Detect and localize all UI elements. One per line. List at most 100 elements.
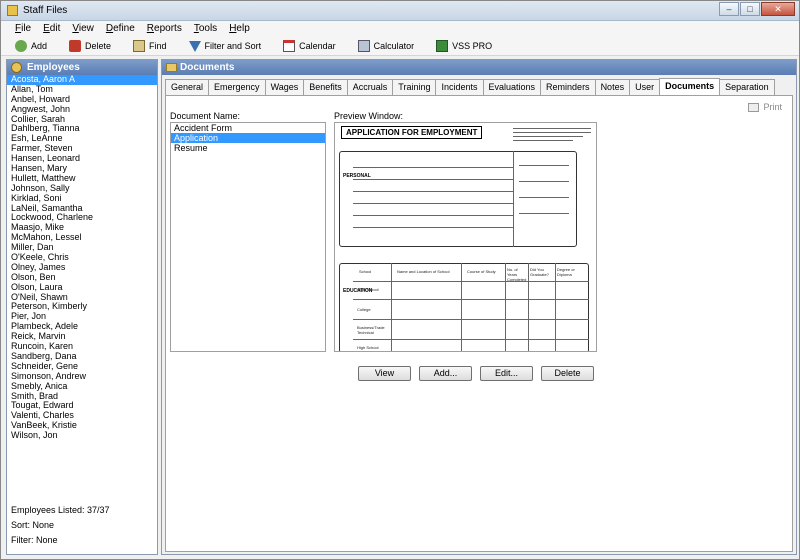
personal-side-label: PERSONAL	[343, 173, 371, 179]
right-line-4	[519, 213, 569, 214]
document-list-item[interactable]: Accident Form	[171, 123, 325, 133]
add-document-button[interactable]: Add...	[419, 366, 472, 381]
maximize-button[interactable]: □	[740, 2, 760, 16]
add-icon	[15, 40, 27, 52]
col-graduate: Did You Graduate?	[530, 267, 549, 277]
tab-body: Print Document Name: Accident Form Applic…	[165, 95, 793, 552]
tab-user[interactable]: User	[629, 79, 661, 95]
menu-view[interactable]: View	[66, 21, 100, 37]
preview-window: APPLICATION FOR EMPLOYMENT PERSONAL EDUC…	[334, 122, 597, 352]
tab-incidents[interactable]: Incidents	[435, 79, 484, 95]
delete-label: Delete	[85, 41, 112, 51]
tab-evaluations[interactable]: Evaluations	[482, 79, 542, 95]
app-window: Staff Files – □ ✕ File Edit View Define …	[0, 0, 800, 560]
personal-line-5	[353, 215, 513, 216]
right-line-2	[519, 181, 569, 182]
edu-row-line-4	[353, 339, 589, 340]
employees-sort: Sort: None	[11, 520, 55, 530]
employees-filter: Filter: None	[11, 535, 58, 545]
menu-tools-rest: ools	[198, 23, 218, 34]
calendar-button[interactable]: Calendar	[277, 38, 342, 55]
edu-col-line-2	[461, 263, 462, 351]
minimize-button[interactable]: –	[719, 2, 739, 16]
note-line-2	[513, 132, 591, 133]
menu-file[interactable]: File	[9, 21, 37, 37]
filter-sort-button[interactable]: Filter and Sort	[183, 38, 268, 55]
calculator-button[interactable]: Calculator	[352, 38, 421, 55]
row-grad-school: High School	[357, 345, 379, 350]
edu-col-line-1	[391, 263, 392, 351]
menu-tools[interactable]: Tools	[188, 21, 223, 37]
edu-col-line-5	[555, 263, 556, 351]
tab-general[interactable]: General	[165, 79, 210, 95]
menu-define[interactable]: Define	[100, 21, 141, 37]
education-side-label: EDUCATION	[343, 288, 373, 294]
right-line-3	[519, 197, 569, 198]
personal-line-4	[353, 203, 513, 204]
tab-notes[interactable]: Notes	[594, 79, 631, 95]
menu-reports[interactable]: Reports	[141, 21, 188, 37]
menu-reports-key: R	[146, 23, 155, 34]
calendar-label: Calendar	[299, 41, 336, 51]
tab-accruals[interactable]: Accruals	[346, 79, 394, 95]
filter-icon	[188, 40, 201, 52]
app-icon	[7, 5, 18, 16]
menu-reports-rest: eports	[154, 23, 182, 34]
note-line-1	[513, 128, 591, 129]
edu-row-line-3	[353, 319, 589, 320]
col-degree: Degree or Diploma	[557, 267, 575, 277]
tab-benefits[interactable]: Benefits	[303, 79, 348, 95]
col-course: Course of Study	[467, 269, 496, 274]
note-line-3	[513, 136, 583, 137]
document-list-item[interactable]: Application	[171, 133, 325, 143]
tab-separation[interactable]: Separation	[719, 79, 775, 95]
menu-edit[interactable]: Edit	[37, 21, 66, 37]
calendar-icon	[283, 40, 296, 52]
close-button[interactable]: ✕	[761, 2, 795, 16]
find-label: Find	[149, 41, 167, 51]
title-bar: Staff Files – □ ✕	[1, 1, 799, 21]
tab-wages[interactable]: Wages	[264, 79, 305, 95]
tab-documents[interactable]: Documents	[659, 78, 721, 95]
employees-listed: Employees Listed: 37/37	[11, 505, 110, 515]
row-business-trade: Business/Trade Technical	[357, 325, 385, 335]
tab-training[interactable]: Training	[392, 79, 437, 95]
employees-header: Employees	[7, 60, 157, 75]
document-list-item[interactable]: Resume	[171, 143, 325, 153]
document-list[interactable]: Accident Form Application Resume	[170, 122, 326, 352]
filter-label: Filter and Sort	[204, 41, 262, 51]
right-line-1	[519, 165, 569, 166]
row-college: College	[357, 307, 371, 312]
calculator-icon	[357, 40, 370, 52]
note-line-4	[513, 140, 573, 141]
menu-view-rest: iew	[78, 23, 94, 34]
window-controls: – □ ✕	[719, 2, 795, 16]
employees-panel: Employees Acosta, Aaron A Allan, Tom Anbel…	[6, 59, 158, 555]
documents-title: Documents	[180, 62, 235, 73]
tab-reminders[interactable]: Reminders	[540, 79, 596, 95]
folder-icon	[166, 63, 177, 72]
vss-label: VSS PRO	[452, 41, 493, 51]
tab-strip: General Emergency Wages Benefits Accruals Tra…	[165, 78, 775, 95]
menu-help[interactable]: Help	[223, 21, 256, 37]
view-button[interactable]: View	[358, 366, 411, 381]
documents-panel: Documents General Emergency Wages Benefits A…	[161, 59, 797, 555]
print-label: Print	[763, 102, 782, 112]
tab-emergency[interactable]: Emergency	[208, 79, 266, 95]
printer-icon	[748, 102, 760, 112]
find-button[interactable]: Find	[127, 38, 173, 55]
employee-list-item[interactable]: Wilson, Jon	[7, 430, 157, 441]
delete-icon	[69, 40, 82, 52]
documents-header: Documents	[162, 60, 796, 75]
personal-line-3	[353, 191, 513, 192]
form-title: APPLICATION FOR EMPLOYMENT	[341, 126, 483, 139]
delete-document-button[interactable]: Delete	[541, 366, 594, 381]
delete-button[interactable]: Delete	[63, 38, 117, 55]
edu-col-line-3	[505, 263, 506, 351]
print-button[interactable]: Print	[748, 102, 782, 112]
add-button[interactable]: Add	[9, 38, 53, 55]
menu-edit-rest: dit	[49, 23, 61, 34]
menu-help-rest: elp	[236, 23, 250, 34]
vss-pro-button[interactable]: VSS PRO	[430, 38, 498, 55]
edit-document-button[interactable]: Edit...	[480, 366, 533, 381]
